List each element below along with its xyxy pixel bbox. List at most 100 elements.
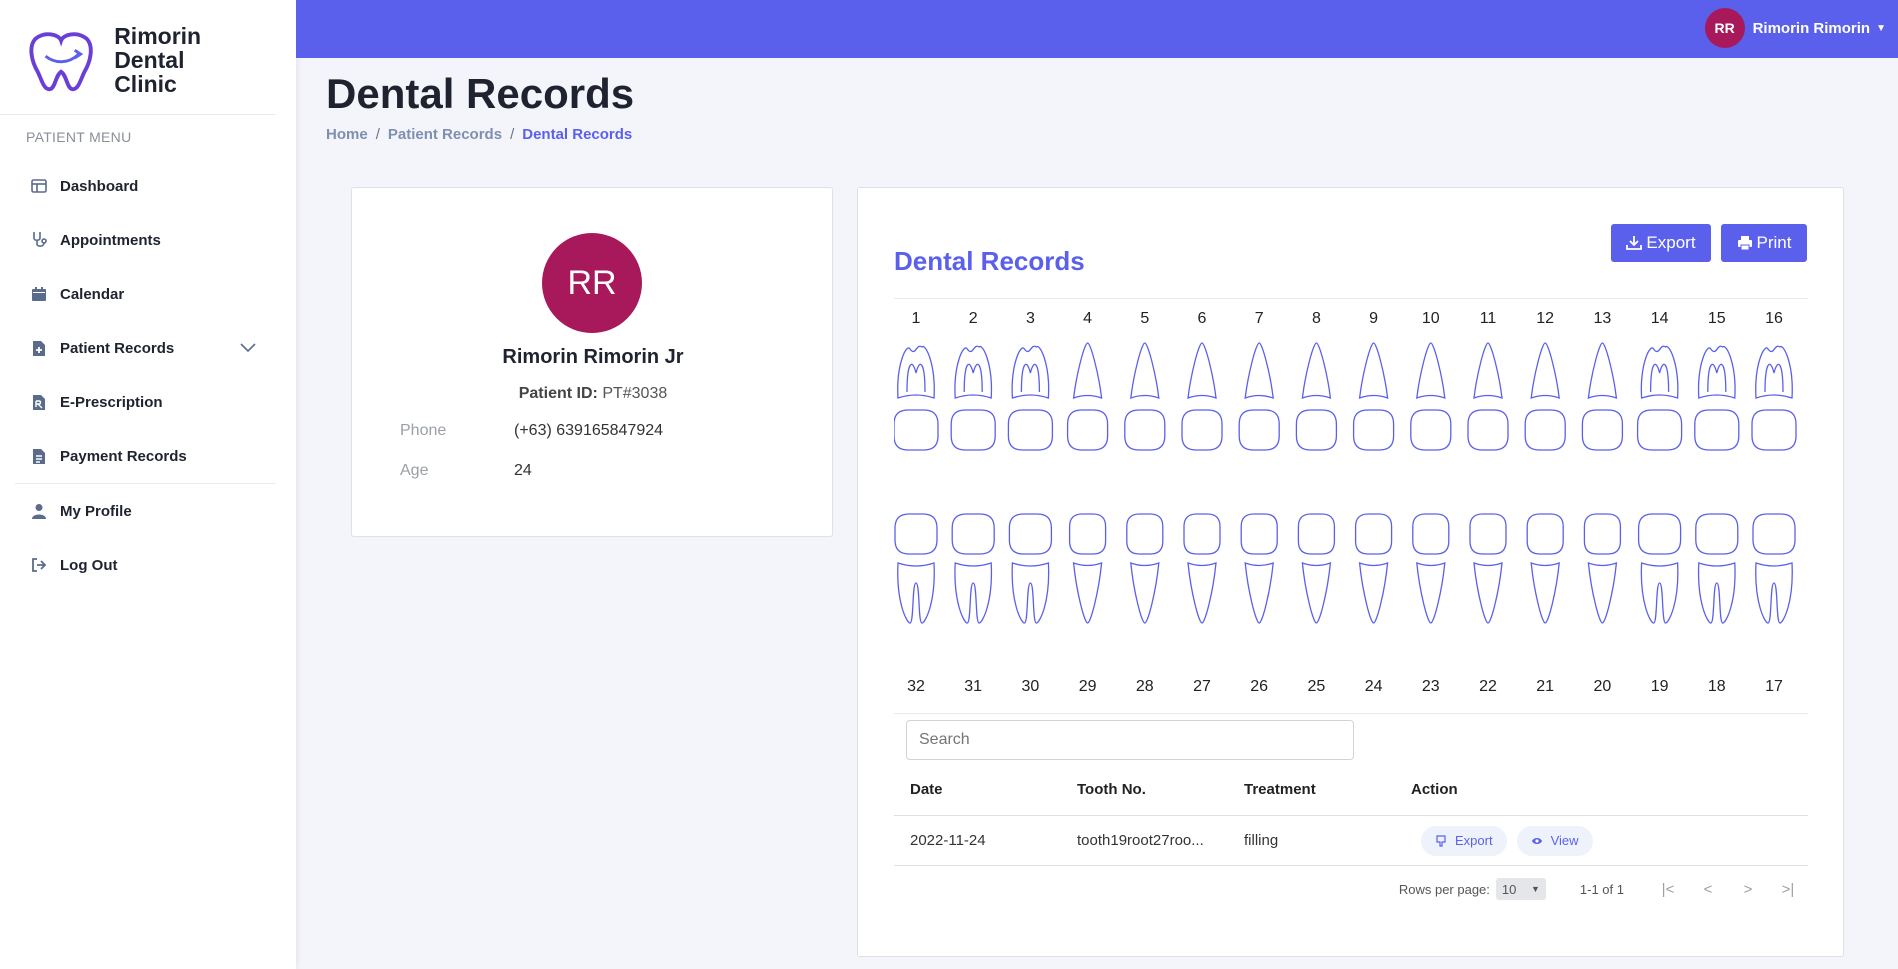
pagination: Rows per page: 10 ▼ 1-1 of 1 |< < > >| — [894, 874, 1808, 904]
tooth-11-crown[interactable] — [1467, 409, 1509, 451]
age-label: Age — [400, 462, 429, 479]
sidebar-item-my-profile[interactable]: My Profile — [0, 484, 296, 538]
tooth-18-crown[interactable] — [1695, 513, 1739, 555]
tooth-24-root[interactable] — [1358, 562, 1389, 624]
sidebar-item-patient-records[interactable]: Patient Records — [0, 321, 296, 375]
tooth-30-root[interactable] — [1011, 562, 1050, 624]
tooth-19-crown[interactable] — [1637, 513, 1682, 555]
tooth-23-root[interactable] — [1416, 562, 1446, 624]
tooth-25-crown[interactable] — [1297, 513, 1336, 555]
tooth-6-root[interactable] — [1187, 342, 1217, 399]
chevron-down-icon[interactable] — [240, 340, 256, 357]
tooth-11-root[interactable] — [1473, 342, 1503, 399]
tooth-19-root[interactable] — [1640, 562, 1679, 624]
tooth-26-root[interactable] — [1244, 562, 1274, 624]
brand-line-2: Dental Clinic — [114, 47, 185, 97]
tooth-10-root[interactable] — [1416, 342, 1446, 399]
tooth-29-crown[interactable] — [1068, 513, 1107, 555]
tooth-12-root[interactable] — [1530, 342, 1560, 399]
tooth-4-root[interactable] — [1072, 342, 1103, 399]
tooth-28-root[interactable] — [1130, 562, 1160, 624]
tooth-14-root-inner[interactable] — [1649, 363, 1670, 393]
column-header-date[interactable]: Date — [894, 781, 1061, 798]
tooth-10-crown[interactable] — [1410, 409, 1452, 451]
tooth-18-root[interactable] — [1697, 562, 1736, 624]
tooth-9-crown[interactable] — [1352, 409, 1395, 451]
search-input[interactable] — [906, 720, 1354, 760]
breadcrumb-home[interactable]: Home — [326, 126, 368, 143]
tooth-22-crown[interactable] — [1469, 513, 1507, 555]
tooth-30-crown[interactable] — [1008, 513, 1053, 555]
tooth-2-root-inner[interactable] — [963, 363, 983, 393]
row-view-button[interactable]: View — [1516, 825, 1593, 856]
tooth-32-root[interactable] — [897, 562, 935, 624]
table-header: Date Tooth No. Treatment Action — [894, 764, 1808, 816]
tooth-4-crown[interactable] — [1066, 409, 1109, 451]
tooth-12-crown[interactable] — [1524, 409, 1566, 451]
tooth-25-root[interactable] — [1301, 562, 1332, 624]
tooth-17-crown[interactable] — [1752, 513, 1796, 555]
print-button[interactable]: Print — [1721, 224, 1807, 262]
tooth-32-crown[interactable] — [894, 513, 938, 555]
rows-per-page-select[interactable]: 10 ▼ — [1495, 878, 1546, 900]
tooth-2-crown[interactable] — [950, 409, 996, 451]
column-header-tooth[interactable]: Tooth No. — [1061, 781, 1228, 798]
tooth-3-crown[interactable] — [1007, 409, 1054, 451]
sidebar-item-payment-records[interactable]: Payment Records — [0, 429, 296, 483]
user-icon — [30, 502, 48, 520]
tooth-21-root[interactable] — [1530, 562, 1560, 624]
brand[interactable]: Rimorin Dental Clinic — [0, 0, 276, 115]
tooth-15-root-inner[interactable] — [1707, 363, 1727, 393]
tooth-15-crown[interactable] — [1694, 409, 1740, 451]
tooth-16-crown[interactable] — [1751, 409, 1797, 451]
next-page-icon[interactable]: > — [1728, 876, 1768, 902]
tooth-3-root-inner[interactable] — [1020, 363, 1041, 393]
tooth-27-crown[interactable] — [1183, 513, 1221, 555]
tooth-23-crown[interactable] — [1412, 513, 1450, 555]
tooth-7-crown[interactable] — [1238, 409, 1280, 451]
tooth-21-crown[interactable] — [1526, 513, 1564, 555]
rows-per-page-value: 10 — [1501, 881, 1517, 897]
sidebar-item-e-prescription[interactable]: E-Prescription — [0, 375, 296, 429]
breadcrumb-patient-records[interactable]: Patient Records — [388, 126, 502, 143]
tooth-26-crown[interactable] — [1240, 513, 1278, 555]
table-row: 2022-11-24 tooth19root27roo... filling E… — [894, 816, 1808, 866]
tooth-6-crown[interactable] — [1181, 409, 1223, 451]
tooth-20-root[interactable] — [1587, 562, 1618, 624]
tooth-8-root[interactable] — [1301, 342, 1332, 399]
sidebar-item-appointments[interactable]: Appointments — [0, 213, 296, 267]
tooth-27-root[interactable] — [1187, 562, 1217, 624]
tooth-28-crown[interactable] — [1126, 513, 1164, 555]
user-menu[interactable]: RR Rimorin Rimorin ▼ — [1704, 8, 1886, 48]
tooth-1-root-inner[interactable] — [906, 363, 926, 393]
export-button[interactable]: Export — [1611, 224, 1711, 262]
tooth-24-crown[interactable] — [1354, 513, 1393, 555]
tooth-20-crown[interactable] — [1583, 513, 1622, 555]
last-page-icon[interactable]: >| — [1768, 876, 1808, 902]
tooth-13-root[interactable] — [1587, 342, 1618, 399]
tooth-29-root[interactable] — [1072, 562, 1103, 624]
sidebar-item-calendar[interactable]: Calendar — [0, 267, 296, 321]
column-header-treatment[interactable]: Treatment — [1228, 781, 1395, 798]
first-page-icon[interactable]: |< — [1648, 876, 1688, 902]
tooth-number-18: 18 — [1707, 678, 1726, 695]
tooth-13-crown[interactable] — [1581, 409, 1624, 451]
tooth-17-root[interactable] — [1755, 562, 1793, 624]
sidebar-item-log-out[interactable]: Log Out — [0, 538, 296, 592]
tooth-22-root[interactable] — [1473, 562, 1503, 624]
sidebar-item-dashboard[interactable]: Dashboard — [0, 159, 296, 213]
tooth-8-crown[interactable] — [1295, 409, 1338, 451]
tooth-1-crown[interactable] — [894, 409, 939, 451]
tooth-31-root[interactable] — [954, 562, 993, 624]
row-export-button[interactable]: Export — [1421, 825, 1507, 856]
tooth-5-root[interactable] — [1130, 342, 1160, 399]
tooth-14-crown[interactable] — [1636, 409, 1683, 451]
previous-page-icon[interactable]: < — [1688, 876, 1728, 902]
file-medical-icon — [30, 339, 48, 357]
tooth-31-crown[interactable] — [951, 513, 995, 555]
tooth-5-crown[interactable] — [1124, 409, 1166, 451]
tooth-9-root[interactable] — [1358, 342, 1389, 399]
column-header-action: Action — [1411, 781, 1458, 798]
tooth-16-root-inner[interactable] — [1764, 363, 1784, 393]
tooth-7-root[interactable] — [1244, 342, 1274, 399]
